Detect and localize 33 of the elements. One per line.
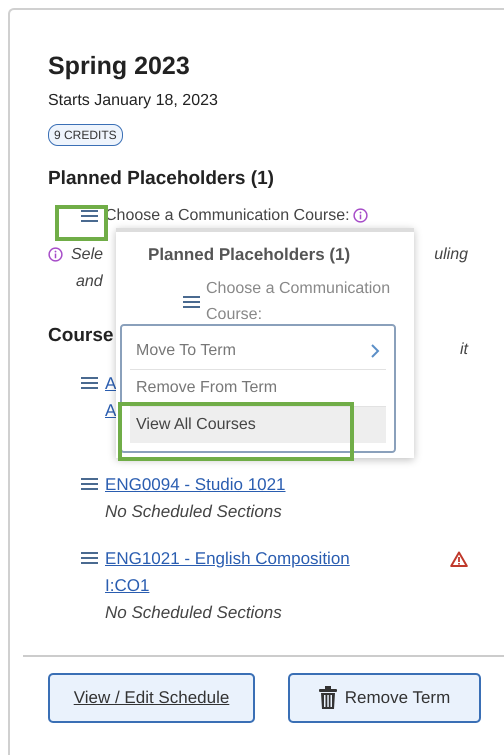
menu-icon[interactable]: [81, 552, 98, 564]
popup-heading: Planned Placeholders (1): [148, 244, 352, 266]
highlight-frame: [55, 205, 108, 241]
menu-item[interactable]: View All Courses: [130, 406, 386, 443]
section-status: No Scheduled Sections: [105, 602, 283, 624]
menu-icon[interactable]: [81, 478, 98, 490]
remove-term-button[interactable]: Remove Term: [288, 673, 481, 723]
chevron-right-icon: [370, 342, 380, 358]
edit-schedule-button[interactable]: View / Edit Schedule: [48, 673, 255, 723]
placeholder-label: Choose a Communication Course:: [206, 278, 392, 324]
course-note: it: [460, 340, 468, 360]
info-icon: [48, 247, 63, 262]
menu-icon[interactable]: [183, 296, 200, 308]
course-link[interactable]: I:CO1: [105, 572, 350, 599]
term-title: Spring 2023: [48, 51, 191, 81]
credits-badge: 9 CREDITS: [48, 124, 123, 146]
info-text: and: [76, 272, 103, 292]
course-link[interactable]: A: [105, 370, 116, 397]
start-date: Starts January 18, 2023: [48, 91, 219, 111]
course-link[interactable]: ENG1021 - English Composition: [105, 545, 350, 572]
info-text: Sele: [71, 244, 104, 264]
menu-item[interactable]: Move To Term: [130, 332, 386, 369]
section-status: No Scheduled Sections: [105, 501, 283, 523]
menu-icon[interactable]: [81, 377, 98, 389]
menu-icon[interactable]: [81, 210, 98, 222]
section-heading: Planned Placeholders (1): [48, 167, 275, 191]
section-heading: Course: [48, 324, 114, 348]
trash-icon: [318, 686, 337, 710]
info-icon: [352, 208, 368, 223]
course-link[interactable]: ENG0094 - Studio 1021: [105, 471, 286, 498]
info-text: uling: [434, 244, 468, 264]
course-link[interactable]: A: [105, 397, 116, 424]
warning-icon: [450, 551, 468, 567]
